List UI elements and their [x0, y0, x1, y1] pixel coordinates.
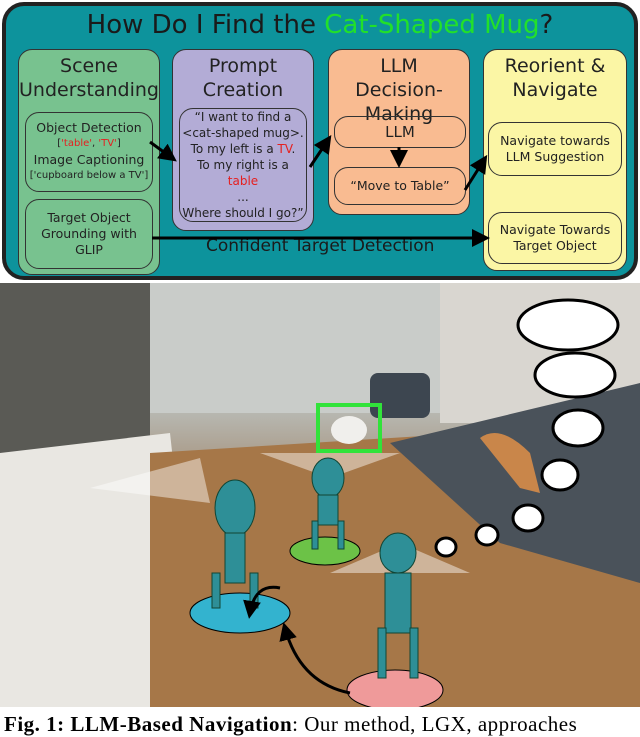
diagram-title: How Do I Find the Cat-Shaped Mug? [6, 10, 634, 40]
scene-illustration [0, 283, 640, 707]
figure-caption: Fig. 1: LLM-Based Navigation: Our method… [4, 712, 578, 736]
robot-pose-3-disc [346, 669, 444, 707]
title-prefix: How Do I Find the [86, 10, 325, 40]
llm-output-node: “Move to Table” [334, 167, 466, 205]
cat-mug [331, 416, 367, 444]
robot-pose-2-disc [289, 536, 361, 566]
ic-value: ['cupboard below a TV'] [29, 170, 149, 181]
od-list: ['table', 'TV'] [57, 138, 121, 149]
grounding-box: Target Object Grounding with GLIP [25, 199, 153, 269]
od-title: Object Detection [36, 120, 142, 135]
nav-suggestion-node: Navigate towards LLM Suggestion [488, 122, 622, 176]
pipeline-diagram: How Do I Find the Cat-Shaped Mug? Scene … [2, 2, 638, 280]
nav-target-node: Navigate Towards Target Object [488, 212, 622, 264]
grounding-text: Target Object Grounding with GLIP [41, 210, 137, 257]
llm-decision-box: LLM Decision-Making LLM “Move to Table” [328, 49, 470, 215]
title-suffix: ? [539, 10, 554, 40]
nav-heading: Reorient & Navigate [504, 55, 606, 101]
title-highlight: Cat-Shaped Mug [324, 10, 540, 40]
prompt-heading: Prompt Creation [202, 55, 284, 101]
prompt-creation-box: Prompt Creation “I want to find a <cat-s… [172, 49, 314, 231]
prompt-text-box: “I want to find a <cat-shaped mug>. To m… [179, 108, 307, 222]
detection-captioning-box: Object Detection ['table', 'TV'] Image C… [25, 112, 153, 192]
llm-node: LLM [334, 116, 466, 148]
reorient-navigate-box: Reorient & Navigate Navigate towards LLM… [483, 49, 627, 271]
ic-title: Image Captioning [33, 152, 145, 167]
robot-pose-1-disc [189, 592, 291, 634]
living-room-scene-photo [0, 283, 640, 707]
edge-label: Confident Target Detection [206, 236, 435, 256]
scene-heading: Scene Understanding [19, 55, 159, 101]
scene-understanding-box: Scene Understanding Object Detection ['t… [18, 49, 160, 275]
